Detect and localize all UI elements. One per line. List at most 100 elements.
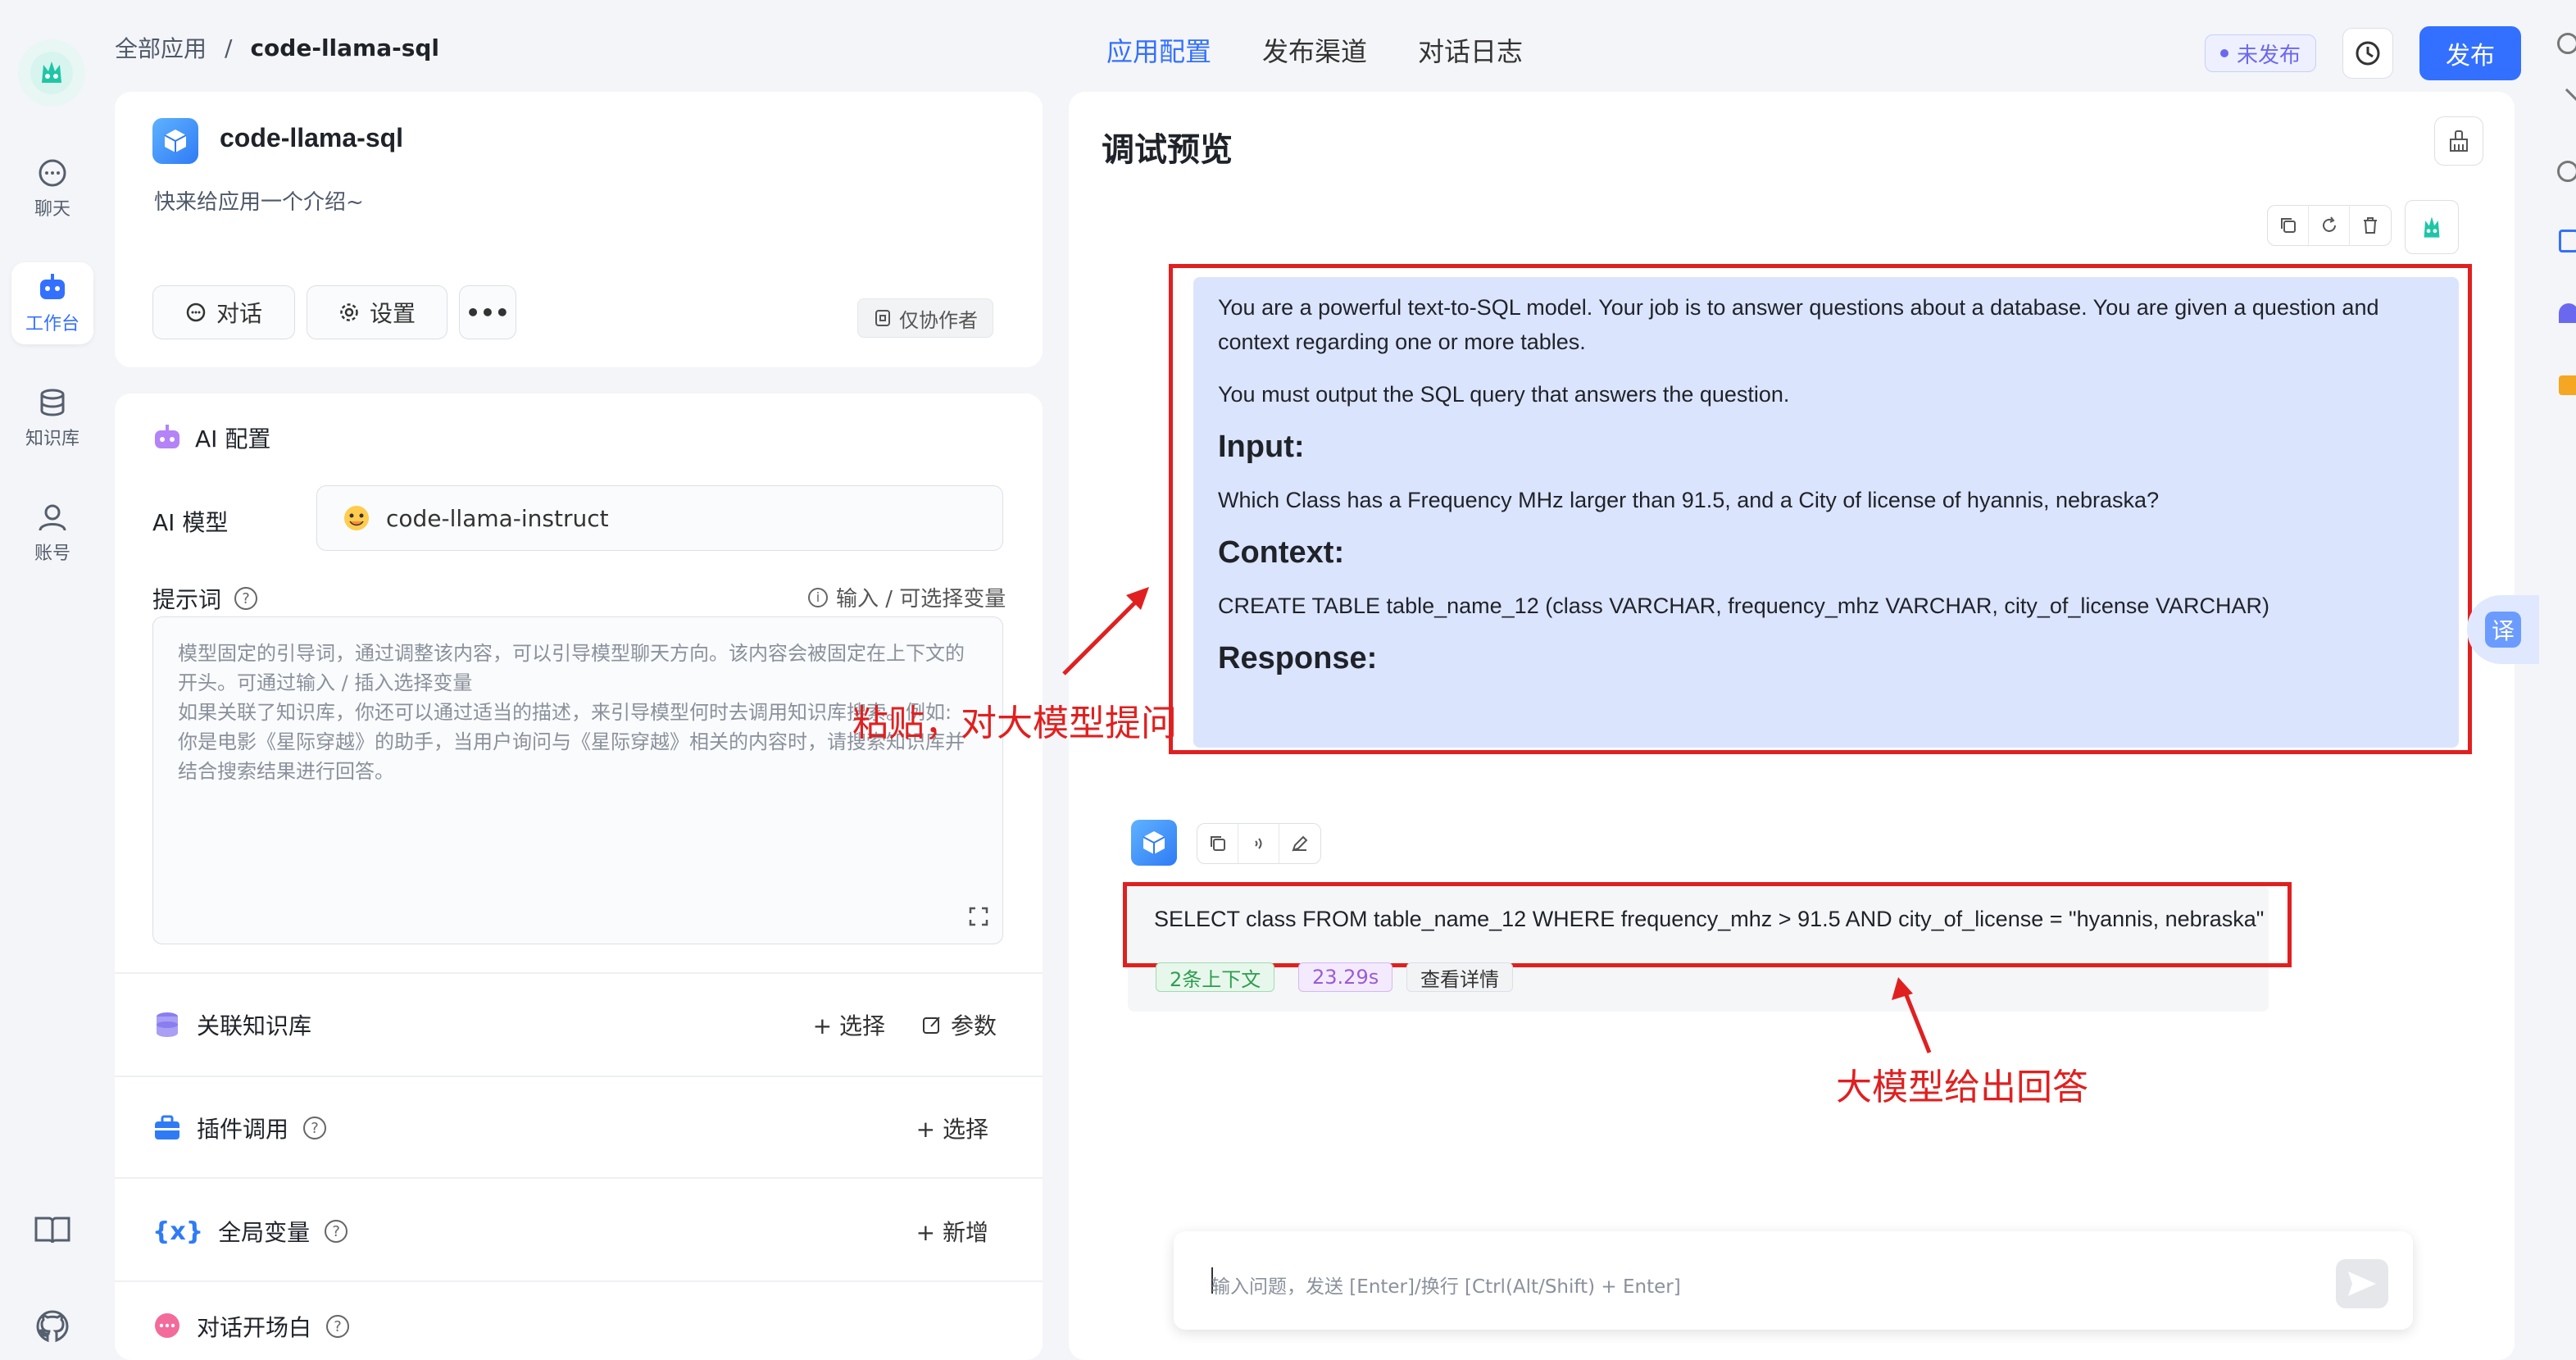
send-icon — [2348, 1271, 2376, 1296]
ai-config-title: AI 配置 — [195, 425, 271, 453]
copy-icon — [1210, 836, 1225, 851]
nav-item-label: 工作台 — [25, 314, 80, 334]
annotation-arrow-up — [1892, 977, 1932, 1053]
publish-button[interactable]: 发布 — [2419, 26, 2521, 80]
book-icon — [34, 1217, 70, 1244]
translate-widget[interactable]: 译 — [2467, 595, 2539, 664]
prompt-placeholder-line: 结合搜索结果进行回答。 — [178, 760, 394, 783]
database-icon — [157, 1012, 178, 1037]
broom-icon — [2450, 130, 2468, 152]
prompt-hint-text: 输入 / 可选择变量 — [836, 587, 1006, 612]
nav-item-chat[interactable]: 聊天 — [11, 148, 93, 230]
robot-icon — [155, 425, 179, 448]
help-icon[interactable]: ? — [326, 1315, 350, 1338]
kb-section-label: 关联知识库 — [197, 1012, 312, 1039]
breadcrumb-separator: / — [225, 34, 233, 61]
tab-chat-logs[interactable]: 对话日志 — [1418, 31, 1523, 69]
settings-button[interactable]: 设置 — [307, 285, 448, 339]
opener-section: 对话开场白 ? — [152, 1302, 997, 1351]
model-label: AI 模型 — [152, 509, 229, 536]
app-intro[interactable]: 快来给应用一个介绍~ — [154, 185, 364, 216]
plugin-select-button[interactable]: + 选择 — [916, 1112, 997, 1144]
annotation-arrow-up-right — [1062, 587, 1149, 675]
nav-item-label: 知识库 — [25, 429, 80, 449]
copy-button[interactable] — [1197, 823, 1238, 864]
ai-config-header: AI 配置 — [152, 421, 270, 454]
annotation-paste: 粘贴，对大模型提问 — [852, 703, 1177, 744]
clear-chat-button[interactable] — [2434, 116, 2483, 166]
edge-circle-icon[interactable] — [2557, 33, 2576, 54]
edit-button[interactable] — [1279, 823, 1320, 864]
divider — [115, 1076, 1043, 1077]
highlight-question-box — [1169, 264, 2472, 754]
edge-game-icon[interactable] — [2559, 303, 2576, 323]
expand-button[interactable] — [967, 905, 990, 934]
app-logo[interactable] — [18, 39, 85, 107]
delete-button[interactable] — [2350, 205, 2391, 246]
nav-item-account[interactable]: 账号 — [11, 492, 93, 574]
settings-button-label: 设置 — [369, 300, 416, 327]
nav-item-knowledge[interactable]: 知识库 — [11, 377, 93, 459]
help-icon[interactable]: ? — [325, 1220, 348, 1243]
gear-icon — [340, 303, 358, 321]
expand-icon — [969, 907, 988, 926]
user-avatar — [2405, 200, 2459, 254]
model-select[interactable]: code-llama-instruct — [316, 485, 1003, 551]
preview-title: 调试预览 — [1102, 131, 1233, 169]
divider — [115, 972, 1043, 974]
prompt-hint: i 输入 / 可选择变量 — [808, 582, 1006, 612]
sound-icon — [1254, 838, 1261, 849]
send-button[interactable] — [2336, 1259, 2388, 1308]
prompt-label-row: 提示词 ? — [152, 582, 258, 615]
divider — [115, 1177, 1043, 1179]
edge-info-icon[interactable] — [2557, 161, 2576, 182]
highlight-answer-box — [1123, 882, 2292, 967]
tab-publish-channel[interactable]: 发布渠道 — [1262, 31, 1367, 69]
toolbox-icon — [155, 1115, 179, 1139]
info-icon: i — [808, 587, 828, 607]
breadcrumb-root[interactable]: 全部应用 — [115, 31, 207, 64]
kb-select-button[interactable]: + 选择 — [813, 1008, 885, 1041]
detail-button[interactable]: 查看详情 — [1406, 962, 1513, 992]
copy-button[interactable] — [2268, 205, 2309, 246]
cube-icon — [1143, 831, 1165, 854]
help-icon[interactable]: ? — [303, 1117, 327, 1139]
vars-add-button[interactable]: + 新增 — [916, 1215, 997, 1248]
help-icon[interactable]: ? — [234, 587, 258, 610]
chat-icon — [39, 159, 66, 187]
divider — [115, 1280, 1043, 1282]
edge-note-icon[interactable] — [2559, 230, 2576, 252]
tab-app-config[interactable]: 应用配置 — [1106, 31, 1211, 69]
context-tag[interactable]: 2条上下文 — [1156, 962, 1275, 992]
edge-box-icon[interactable] — [2559, 375, 2576, 395]
chat-button[interactable]: 对话 — [152, 285, 295, 339]
speak-button[interactable] — [1238, 823, 1279, 864]
user-icon — [39, 504, 66, 531]
model-select-value: code-llama-instruct — [386, 504, 609, 532]
refresh-icon — [2322, 216, 2336, 232]
kb-params-label: 参数 — [950, 1012, 997, 1039]
vars-section: {x} 全局变量 ? + 新增 — [152, 1207, 997, 1256]
edit-icon — [922, 1017, 940, 1034]
history-button[interactable] — [2342, 28, 2393, 79]
prompt-placeholder-line: 模型固定的引导词，通过调整该内容，可以引导模型聊天方向。该内容会被固定在上下文的 — [178, 642, 965, 665]
github-link[interactable] — [34, 1308, 70, 1350]
breadcrumb-current: code-llama-sql — [250, 34, 440, 61]
chat-icon — [186, 302, 206, 322]
retry-button[interactable] — [2309, 205, 2350, 246]
edge-star-icon[interactable] — [2555, 88, 2576, 112]
docs-link[interactable] — [33, 1213, 72, 1252]
chat-input[interactable]: 输入问题，发送 [Enter]/换行 [Ctrl(Alt/Shift) + En… — [1211, 1271, 1681, 1299]
prompt-textarea[interactable]: 模型固定的引导词，通过调整该内容，可以引导模型聊天方向。该内容会被固定在上下文的… — [152, 616, 1003, 944]
nav-item-workbench[interactable]: 工作台 — [11, 262, 93, 344]
database-icon — [40, 389, 65, 416]
more-button[interactable]: ••• — [459, 285, 516, 339]
kb-params-button[interactable]: 参数 — [921, 1008, 997, 1041]
nav-item-label: 账号 — [34, 544, 70, 564]
user-msg-toolbar — [2267, 205, 2392, 246]
lock-icon — [875, 310, 890, 326]
translate-icon: 译 — [2485, 612, 2521, 648]
huggingface-icon — [344, 506, 369, 530]
logo-icon — [30, 52, 73, 94]
collab-badge[interactable]: 仅协作者 — [857, 298, 993, 338]
